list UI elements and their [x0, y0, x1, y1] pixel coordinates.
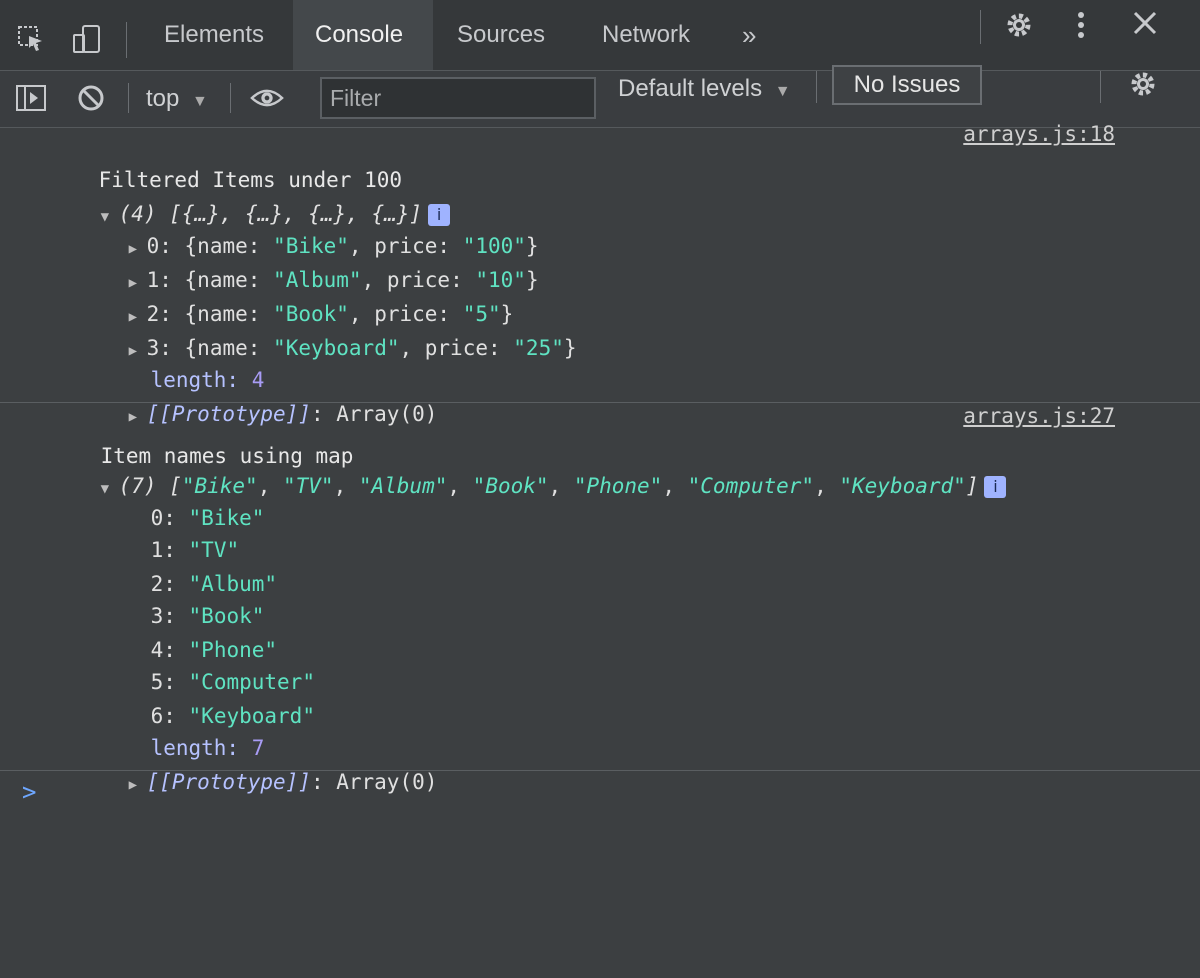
source-link[interactable]: arrays.js:18: [963, 122, 1115, 146]
prototype-label: [[Prototype]]: [146, 770, 311, 794]
array-entry[interactable]: ▶ 3: {name: "Keyboard", price: "25"}: [78, 300, 577, 360]
array-entry: 5: "Computer": [100, 634, 315, 694]
array-summary[interactable]: ▼ (4) [{…}, {…}, {…}, {…}] i: [50, 166, 451, 226]
prototype-value: : Array(0): [310, 770, 438, 794]
context-label: top: [146, 85, 180, 112]
entry-name: "Keyboard": [273, 336, 400, 360]
separator: [980, 10, 981, 44]
prototype-entry[interactable]: ▶ [[Prototype]]: Array(0): [78, 734, 438, 794]
close-icon[interactable]: [1128, 6, 1162, 40]
sidebar-toggle-icon[interactable]: [14, 81, 48, 115]
array-summary[interactable]: ▼ (7) ["Bike", "TV", "Album", "Book", "Ph…: [50, 438, 1007, 498]
inspect-element-icon[interactable]: [14, 22, 48, 56]
array-length: length: 4: [100, 332, 265, 392]
array-entry[interactable]: ▶ 2: {name: "Book", price: "5"}: [78, 266, 514, 326]
preview-item: "Phone": [573, 474, 663, 498]
array-entry[interactable]: ▶ 0: {name: "Bike", price: "100"}: [78, 198, 539, 258]
eye-icon[interactable]: [250, 81, 284, 115]
context-selector[interactable]: top ▼: [146, 85, 208, 113]
gear-icon[interactable]: [1002, 8, 1036, 42]
log-levels-label: Default levels: [618, 75, 763, 102]
separator: [128, 83, 129, 113]
console-settings-gear-icon[interactable]: [1126, 67, 1160, 101]
preview-item: "Computer": [687, 474, 815, 498]
tab-console[interactable]: Console: [293, 0, 433, 70]
log-levels-dropdown[interactable]: Default levels ▼: [618, 75, 791, 103]
array-entry: 6: "Keyboard": [100, 668, 315, 728]
log-message: Item names using map: [50, 408, 354, 468]
preview-item: "Album": [358, 474, 448, 498]
console-toolbar: top ▼ Filter Default levels ▼ No Issues: [0, 65, 1200, 128]
tab-elements[interactable]: Elements: [142, 0, 286, 70]
console-prompt[interactable]: >: [22, 778, 36, 806]
console-output: Filtered Items under 100 arrays.js:18 ▼(…: [0, 122, 1200, 978]
separator: [126, 22, 127, 58]
preview-item: "Keyboard": [839, 474, 966, 498]
clear-console-icon[interactable]: [74, 81, 108, 115]
array-length: length: 7: [100, 700, 265, 760]
tab-network[interactable]: Network: [580, 0, 712, 70]
info-icon[interactable]: i: [984, 476, 1007, 498]
entry-price: "25": [513, 336, 564, 360]
array-entry: 0: "Bike": [100, 470, 265, 530]
device-toolbar-icon[interactable]: [70, 22, 104, 56]
devtools-tabbar: Elements Console Sources Network »: [0, 0, 1200, 71]
chevron-down-icon: ▼: [192, 93, 208, 110]
array-entry: 2: "Album": [100, 536, 277, 596]
array-entry[interactable]: ▶ 1: {name: "Album", price: "10"}: [78, 232, 539, 292]
preview-item: "TV": [282, 474, 334, 498]
collapsed-triangle-icon: ▶: [128, 777, 138, 793]
array-entry: 1: "TV": [100, 502, 240, 562]
issues-button[interactable]: No Issues: [832, 65, 982, 105]
log-divider: [0, 770, 1200, 771]
tab-sources[interactable]: Sources: [435, 0, 567, 70]
array-entry: 4: "Phone": [100, 602, 277, 662]
separator: [816, 71, 817, 103]
separator: [1100, 71, 1101, 103]
kebab-menu-icon[interactable]: [1064, 8, 1098, 42]
filter-input[interactable]: Filter: [320, 77, 596, 119]
chevron-down-icon: ▼: [774, 83, 791, 100]
array-entry: 3: "Book": [100, 568, 265, 628]
log-message: Filtered Items under 100: [48, 132, 402, 192]
prototype-entry[interactable]: ▶ [[Prototype]]: Array(0): [78, 366, 438, 426]
preview-item: "Book": [472, 474, 549, 498]
log-divider: [0, 402, 1200, 403]
separator: [230, 83, 231, 113]
more-tabs-icon[interactable]: »: [720, 0, 778, 70]
source-link[interactable]: arrays.js:27: [963, 404, 1115, 428]
